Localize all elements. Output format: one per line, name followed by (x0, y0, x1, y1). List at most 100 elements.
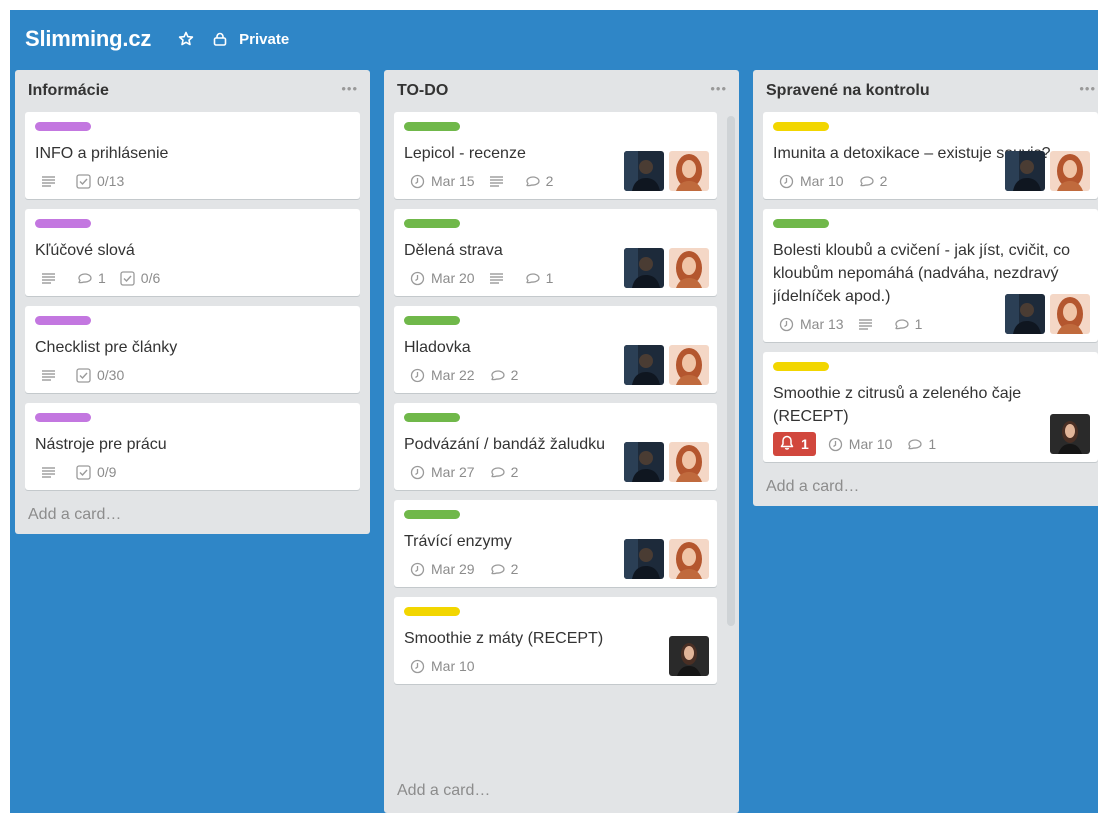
card-members (619, 442, 709, 482)
checklist-badge: 0/13 (76, 173, 124, 189)
card[interactable]: Imunita a detoxikace – existuje souvis? M… (763, 112, 1098, 199)
avatar[interactable] (669, 248, 709, 288)
board-title[interactable]: Slimming.cz (25, 26, 151, 52)
card-label[interactable] (35, 122, 91, 131)
avatar[interactable] (1005, 151, 1045, 191)
comment-icon (76, 272, 98, 284)
avatar[interactable] (624, 442, 664, 482)
clock-icon (410, 465, 431, 480)
more-icon[interactable]: ••• (341, 82, 358, 95)
list-header: Spravené na kontrolu ••• (753, 70, 1098, 112)
checklist-count: 0/30 (97, 367, 125, 383)
card-label[interactable] (404, 219, 460, 228)
card-label[interactable] (773, 122, 829, 131)
add-card-button[interactable]: Add a card… (15, 500, 370, 534)
card-list: INFO a prihlásenie 0/13 Kľúčové slová 1 0/6 C… (15, 112, 370, 490)
comments-badge: 2 (489, 464, 519, 480)
card-label[interactable] (404, 413, 460, 422)
list-scrollbar[interactable] (727, 116, 735, 626)
due-date-badge[interactable]: Mar 10 (779, 173, 844, 189)
avatar[interactable] (624, 151, 664, 191)
due-date-badge[interactable]: Mar 22 (410, 367, 475, 383)
card-label[interactable] (35, 413, 91, 422)
card[interactable]: Kľúčové slová 1 0/6 (25, 209, 360, 296)
avatar[interactable] (669, 151, 709, 191)
card-title: Kľúčové slová (35, 242, 135, 259)
comment-count: 2 (545, 173, 554, 189)
card[interactable]: Hladovka Mar 22 2 (394, 306, 717, 393)
card[interactable]: Dělená strava Mar 20 1 (394, 209, 717, 296)
comment-count: 1 (928, 436, 937, 452)
clock-icon (410, 368, 431, 383)
due-date: Mar 15 (431, 173, 475, 189)
due-date: Mar 13 (800, 316, 844, 332)
card-label[interactable] (773, 362, 829, 371)
star-icon[interactable] (177, 30, 195, 48)
card[interactable]: Lepicol - recenze Mar 15 2 (394, 112, 717, 199)
card[interactable]: INFO a prihlásenie 0/13 (25, 112, 360, 199)
avatar[interactable] (669, 539, 709, 579)
card[interactable]: Trávící enzymy Mar 29 2 (394, 500, 717, 587)
card-label[interactable] (773, 219, 829, 228)
card[interactable]: Checklist pre články 0/30 (25, 306, 360, 393)
bell-icon (780, 435, 801, 453)
list-title[interactable]: TO-DO (397, 82, 448, 100)
due-date-badge[interactable]: Mar 27 (410, 464, 475, 480)
avatar[interactable] (624, 345, 664, 385)
card-members (664, 636, 709, 676)
comments-badge: 2 (858, 173, 888, 189)
card-members (619, 539, 709, 579)
card-badges: 0/30 (35, 365, 350, 385)
add-card-button[interactable]: Add a card… (753, 472, 1098, 506)
avatar[interactable] (1050, 151, 1090, 191)
comment-count: 1 (98, 270, 106, 286)
avatar[interactable] (624, 539, 664, 579)
due-date-badge[interactable]: Mar 20 (410, 270, 475, 286)
avatar[interactable] (1050, 414, 1090, 454)
card-label[interactable] (404, 510, 460, 519)
comment-count: 2 (510, 464, 519, 480)
privacy-button[interactable]: Private (213, 31, 289, 48)
due-date-badge[interactable]: Mar 10 (828, 436, 892, 452)
notification-count: 1 (801, 436, 809, 452)
clock-icon (779, 317, 800, 332)
due-date-badge[interactable]: Mar 10 (410, 658, 475, 674)
avatar[interactable] (669, 345, 709, 385)
due-date-badge[interactable]: Mar 29 (410, 561, 475, 577)
card[interactable]: Nástroje pre prácu 0/9 (25, 403, 360, 490)
description-icon (41, 272, 62, 284)
card[interactable]: Bolesti kloubů a cvičení - jak jíst, cvi… (763, 209, 1098, 342)
due-date: Mar 20 (431, 270, 475, 286)
card[interactable]: Podvázání / bandáž žaludku Mar 27 2 (394, 403, 717, 490)
avatar[interactable] (669, 442, 709, 482)
more-icon[interactable]: ••• (710, 82, 727, 95)
due-date: Mar 10 (431, 658, 475, 674)
card-title: INFO a prihlásenie (35, 145, 169, 162)
comment-icon (524, 175, 546, 187)
card[interactable]: Smoothie z citrusů a zeleného čaje (RECE… (763, 352, 1098, 462)
avatar[interactable] (1005, 294, 1045, 334)
comments-badge: 2 (489, 367, 518, 383)
card[interactable]: Smoothie z máty (RECEPT) Mar 10 (394, 597, 717, 684)
avatar[interactable] (624, 248, 664, 288)
add-card-button[interactable]: Add a card… (384, 776, 739, 810)
card-label[interactable] (35, 219, 91, 228)
list-title[interactable]: Spravené na kontrolu (766, 82, 930, 100)
card-label[interactable] (404, 607, 460, 616)
checklist-icon (76, 173, 97, 189)
card-list: Imunita a detoxikace – existuje souvis? M… (753, 112, 1098, 462)
comment-count: 2 (879, 173, 888, 189)
list-title[interactable]: Informácie (28, 82, 109, 100)
due-date-badge[interactable]: Mar 13 (779, 316, 844, 332)
avatar[interactable] (1050, 294, 1090, 334)
due-date-badge[interactable]: Mar 15 (410, 173, 475, 189)
card-badges: 0/9 (35, 462, 350, 482)
card-label[interactable] (404, 316, 460, 325)
card-label[interactable] (404, 122, 460, 131)
card-members (619, 345, 709, 385)
clock-icon (779, 174, 800, 189)
card-label[interactable] (35, 316, 91, 325)
avatar[interactable] (669, 636, 709, 676)
notification-badge[interactable]: 1 (773, 432, 816, 456)
more-icon[interactable]: ••• (1079, 82, 1096, 95)
